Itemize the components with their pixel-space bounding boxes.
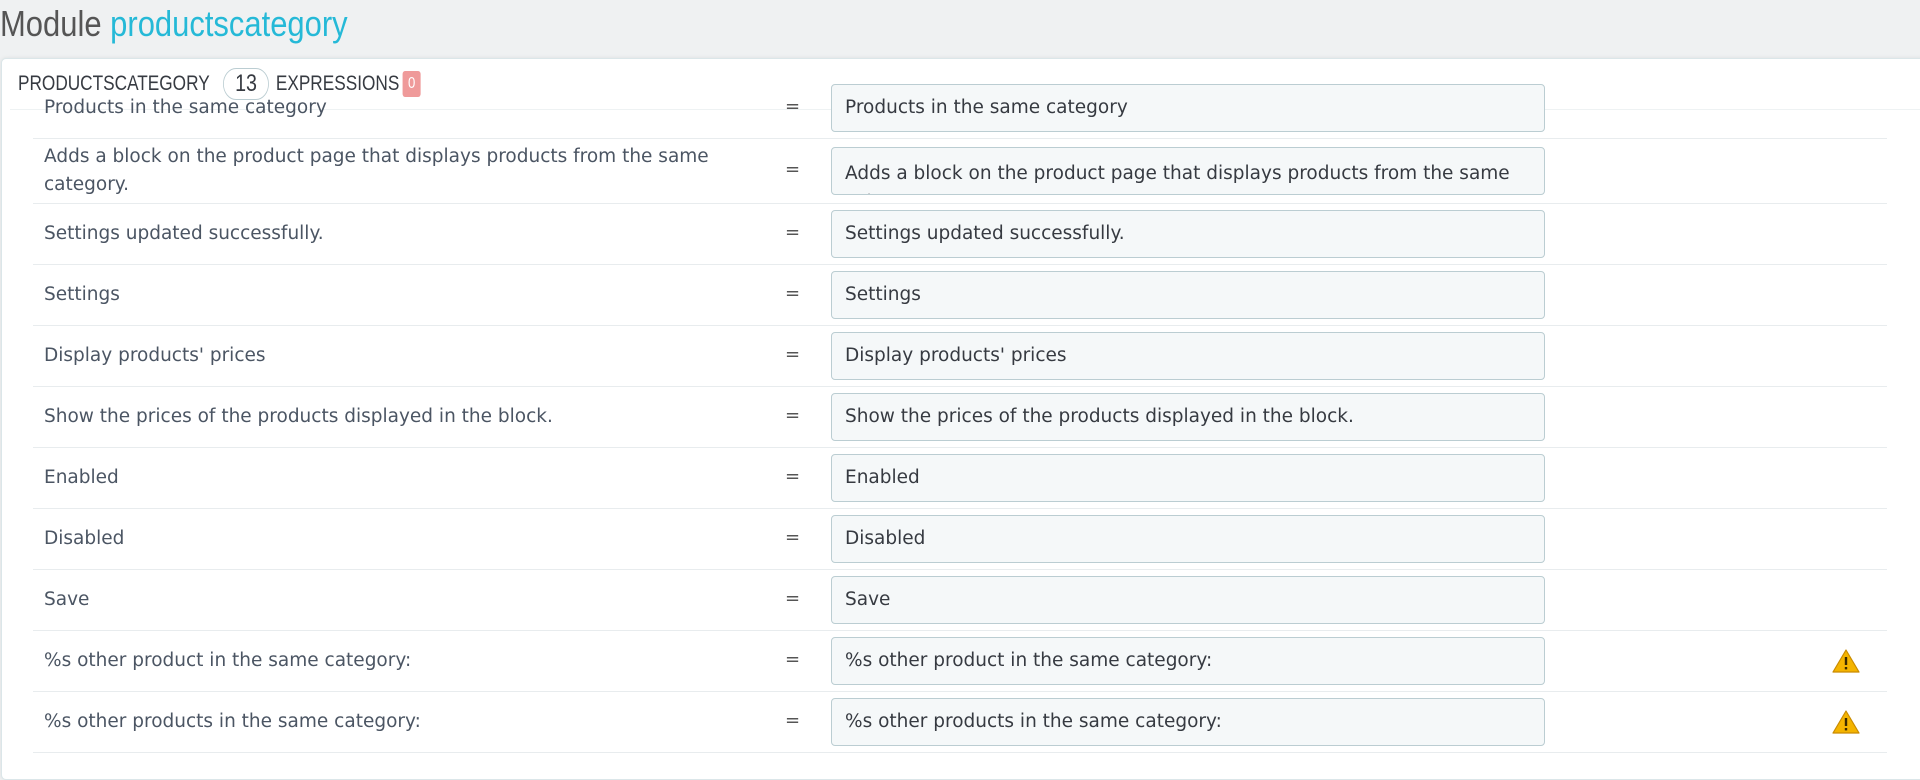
page-title-prefix: Module xyxy=(0,3,102,44)
translation-row: Display products' prices = Display product… xyxy=(33,326,1887,387)
source-string-label: Disabled xyxy=(44,528,125,549)
source-string-label: Display products' prices xyxy=(44,345,266,366)
translation-row: %s other products in the same category: =… xyxy=(33,692,1887,753)
source-string-label: Enabled xyxy=(44,467,119,488)
page-title-module-name: productscategory xyxy=(110,3,348,44)
translation-input[interactable]: Adds a block on the product page that di… xyxy=(831,147,1545,195)
translation-input[interactable]: Show the prices of the products displaye… xyxy=(831,393,1545,441)
translation-row: Settings = Settings xyxy=(33,265,1887,326)
translation-input[interactable]: Enabled xyxy=(831,454,1545,502)
equals-sign: = xyxy=(785,222,801,243)
source-string-label: Products in the same category xyxy=(44,97,327,118)
source-string-label: Save xyxy=(44,589,90,610)
translation-input[interactable]: Disabled xyxy=(831,515,1545,563)
translation-rows: Products in the same category = Products i… xyxy=(33,78,1887,753)
source-string-label: Show the prices of the products displaye… xyxy=(44,406,553,427)
translation-row: Show the prices of the products displaye… xyxy=(33,387,1887,448)
page-title: Module productscategory xyxy=(0,0,348,54)
source-string-label: %s other products in the same category: xyxy=(44,711,421,732)
warning-triangle-icon xyxy=(1832,649,1860,673)
translation-input[interactable]: Display products' prices xyxy=(831,332,1545,380)
equals-sign: = xyxy=(785,588,801,609)
source-string-label: Settings xyxy=(44,284,120,305)
equals-sign: = xyxy=(785,710,801,731)
equals-sign: = xyxy=(785,649,801,670)
source-string-label: Adds a block on the product page that di… xyxy=(44,146,709,195)
translation-input[interactable]: Products in the same category xyxy=(831,84,1545,132)
translation-row: Disabled = Disabled xyxy=(33,509,1887,570)
warning-triangle-icon xyxy=(1832,710,1860,734)
equals-sign: = xyxy=(785,466,801,487)
translation-row: Adds a block on the product page that di… xyxy=(33,139,1887,204)
source-string-label: %s other product in the same category: xyxy=(44,650,412,671)
equals-sign: = xyxy=(785,283,801,304)
translation-input[interactable]: Save xyxy=(831,576,1545,624)
translation-row: Enabled = Enabled xyxy=(33,448,1887,509)
translation-row: %s other product in the same category: =%… xyxy=(33,631,1887,692)
translation-input[interactable]: %s other products in the same category: xyxy=(831,698,1545,746)
equals-sign: = xyxy=(785,527,801,548)
translation-input[interactable]: Settings xyxy=(831,271,1545,319)
translation-row: Save = Save xyxy=(33,570,1887,631)
translation-row: Settings updated successfully. = Settings … xyxy=(33,204,1887,265)
source-string-label: Settings updated successfully. xyxy=(44,223,324,244)
translation-row: Products in the same category = Products i… xyxy=(33,78,1887,139)
equals-sign: = xyxy=(785,344,801,365)
equals-sign: = xyxy=(785,405,801,426)
equals-sign: = xyxy=(785,159,801,180)
equals-sign: = xyxy=(785,96,801,117)
translation-input[interactable]: %s other product in the same category: xyxy=(831,637,1545,685)
translation-input[interactable]: Settings updated successfully. xyxy=(831,210,1545,258)
